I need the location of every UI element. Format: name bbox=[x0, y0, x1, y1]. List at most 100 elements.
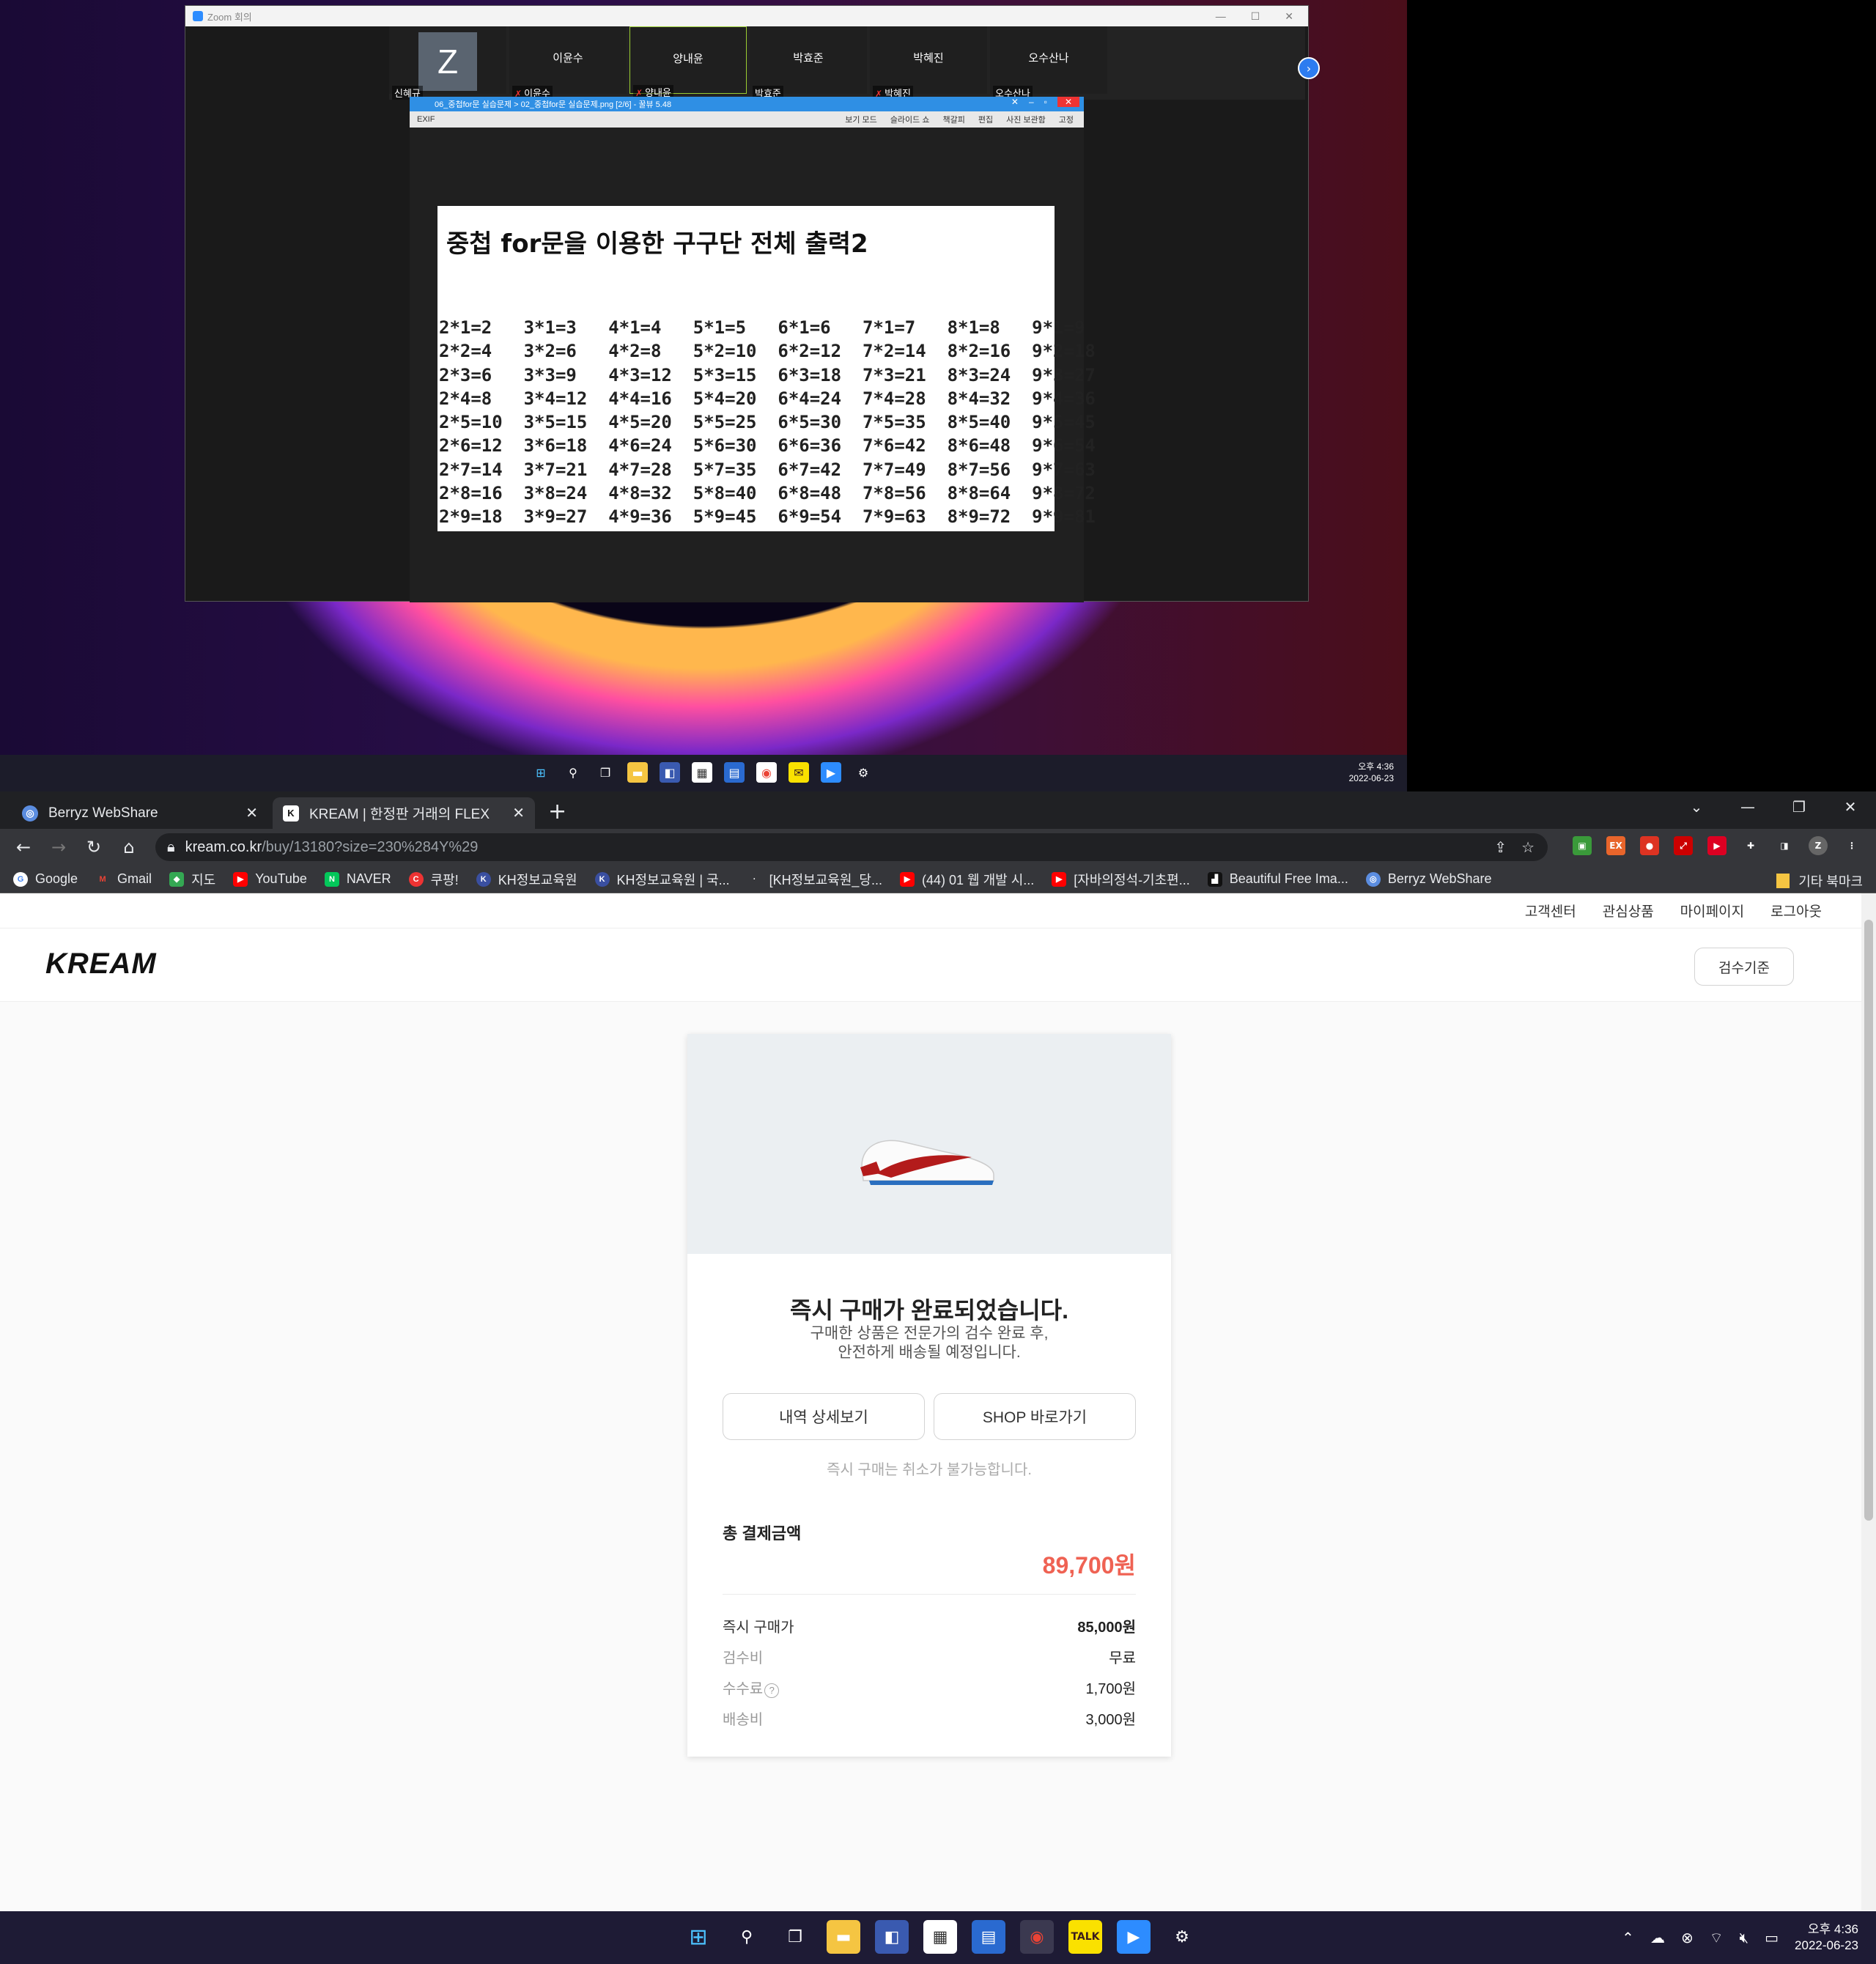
minimize-button[interactable]: — bbox=[1216, 10, 1226, 23]
start-icon[interactable]: ⊞ bbox=[682, 1920, 715, 1954]
edit-menu[interactable]: 편집 bbox=[978, 114, 993, 125]
kakaotalk-icon[interactable]: TALK bbox=[1068, 1920, 1102, 1954]
bookmark[interactable]: N NAVER bbox=[324, 871, 391, 887]
view-mode-menu[interactable]: 보기 모드 bbox=[845, 114, 877, 125]
participant-tile[interactable]: 박효준 박효준 bbox=[750, 26, 867, 100]
close-tab-icon[interactable]: ✕ bbox=[512, 804, 525, 822]
scrollbar[interactable] bbox=[1861, 893, 1876, 1911]
file-explorer-icon[interactable]: ▬ bbox=[627, 762, 648, 783]
close-button[interactable]: ✕ bbox=[1057, 97, 1079, 107]
zoom-icon[interactable]: ▶ bbox=[1117, 1920, 1151, 1954]
bookmark[interactable]: G Google bbox=[13, 871, 78, 887]
pdf-icon[interactable]: ⤢ bbox=[1674, 836, 1693, 855]
kakaotalk-icon[interactable]: ✉ bbox=[789, 762, 809, 783]
chrome-icon[interactable]: ◉ bbox=[1020, 1920, 1054, 1954]
tab-search-icon[interactable]: ⌄ bbox=[1671, 791, 1722, 822]
close-button[interactable]: ✕ bbox=[1285, 10, 1293, 23]
task-view-icon[interactable]: ❐ bbox=[595, 762, 616, 783]
pin-menu[interactable]: 고정 bbox=[1059, 114, 1074, 125]
minimize-button[interactable]: — bbox=[1722, 791, 1773, 822]
reload-icon[interactable]: ↻ bbox=[76, 837, 111, 857]
zoom-icon[interactable]: ▶ bbox=[821, 762, 841, 783]
back-icon[interactable]: ← bbox=[6, 837, 41, 857]
extension-icon[interactable]: EX bbox=[1606, 836, 1625, 855]
go-shop-button[interactable]: SHOP 바로가기 bbox=[934, 1393, 1136, 1440]
cloud-icon[interactable]: ☁ bbox=[1650, 1929, 1665, 1946]
menu-icon[interactable]: ⋮ bbox=[1842, 836, 1861, 855]
star-icon[interactable]: ☆ bbox=[1521, 838, 1535, 857]
search-icon[interactable]: ⚲ bbox=[563, 762, 583, 783]
other-bookmarks[interactable]: 기타 북마크 bbox=[1776, 871, 1863, 890]
extension-icon[interactable]: ● bbox=[1640, 836, 1659, 855]
wifi-icon[interactable]: ⌔ bbox=[1710, 1929, 1724, 1947]
store-icon[interactable]: ▦ bbox=[923, 1920, 957, 1954]
kream-logo[interactable]: KREAM bbox=[45, 948, 157, 981]
participant-tile[interactable]: 박혜진 ✗ 박혜진 bbox=[870, 26, 987, 100]
file-explorer-icon[interactable]: ▬ bbox=[827, 1920, 860, 1954]
nav-logout[interactable]: 로그아웃 bbox=[1770, 901, 1822, 920]
lock-icon[interactable]: 🔒︎ bbox=[167, 839, 175, 856]
start-icon[interactable]: ⊞ bbox=[531, 762, 551, 783]
bookmark[interactable]: ▶ (44) 01 웹 개발 시... bbox=[899, 870, 1034, 889]
participant-tile[interactable]: 이윤수 ✗ 이윤수 bbox=[509, 26, 627, 100]
bookmark[interactable]: ▶ [자바의정석-기초편... bbox=[1052, 870, 1190, 889]
bookmark[interactable]: K KH정보교육원 bbox=[476, 870, 577, 889]
inspection-standard-button[interactable]: 검수기준 bbox=[1694, 948, 1794, 986]
settings-icon[interactable]: ⚙ bbox=[1165, 1920, 1199, 1954]
nav-wishlist[interactable]: 관심상품 bbox=[1603, 901, 1654, 920]
view-details-button[interactable]: 내역 상세보기 bbox=[723, 1393, 925, 1440]
participant-tile[interactable]: Z 신혜규 bbox=[389, 26, 506, 100]
close-button[interactable]: ✕ bbox=[1825, 791, 1876, 822]
store-icon[interactable]: ▦ bbox=[692, 762, 712, 783]
chrome-icon[interactable]: ◉ bbox=[756, 762, 777, 783]
home-icon[interactable]: ⌂ bbox=[111, 837, 147, 857]
close-circle-icon[interactable]: ⊗ bbox=[1681, 1929, 1694, 1946]
nav-mypage[interactable]: 마이페이지 bbox=[1680, 901, 1744, 920]
app-icon[interactable]: ◧ bbox=[875, 1920, 909, 1954]
bookmark[interactable]: ◎ Berryz WebShare bbox=[1365, 871, 1492, 887]
next-participants-button[interactable]: › bbox=[1298, 57, 1320, 79]
bookmark[interactable]: · [KH정보교육원_당... bbox=[747, 870, 882, 889]
bookmark[interactable]: ▟ Beautiful Free Ima... bbox=[1207, 871, 1348, 887]
task-view-icon[interactable]: ❐ bbox=[778, 1920, 812, 1954]
calendar-icon[interactable]: ▤ bbox=[972, 1920, 1005, 1954]
chevron-up-icon[interactable]: ⌃ bbox=[1622, 1929, 1634, 1946]
new-tab-button[interactable]: + bbox=[548, 799, 566, 824]
extension-icon[interactable]: ▣ bbox=[1573, 836, 1592, 855]
bookmark-menu[interactable]: 책갈피 bbox=[942, 114, 964, 125]
clock[interactable]: 오후 4:36 2022-06-23 bbox=[1349, 761, 1394, 784]
settings-icon[interactable]: ⚙ bbox=[853, 762, 874, 783]
forward-icon[interactable]: → bbox=[41, 837, 76, 857]
participant-tile-active[interactable]: 양내윤 ✗ 양내윤 bbox=[629, 26, 747, 99]
url-bar[interactable]: 🔒︎ kream.co.kr /buy/13180?size=230%284Y%… bbox=[155, 833, 1548, 861]
pin-icon[interactable]: ✕ bbox=[1011, 97, 1019, 107]
maximize-button[interactable]: ☐ bbox=[1251, 10, 1260, 23]
participant-tile[interactable]: 오수산나 오수산나 bbox=[990, 26, 1107, 100]
extension-icon[interactable]: ▶ bbox=[1707, 836, 1727, 855]
sidepanel-icon[interactable]: ◨ bbox=[1775, 836, 1794, 855]
speaker-muted-icon[interactable]: 🔇︎ bbox=[1740, 1929, 1749, 1946]
calendar-icon[interactable]: ▤ bbox=[724, 762, 745, 783]
app-icon[interactable]: ◧ bbox=[660, 762, 680, 783]
maximize-button[interactable]: ▫ bbox=[1044, 97, 1047, 107]
bookmark[interactable]: ▶ YouTube bbox=[233, 871, 307, 887]
profile-avatar[interactable]: Z bbox=[1809, 836, 1828, 855]
bookmark[interactable]: K KH정보교육원 | 국... bbox=[594, 870, 730, 889]
close-tab-icon[interactable]: ✕ bbox=[245, 804, 258, 822]
minimize-button[interactable]: – bbox=[1029, 97, 1034, 107]
bookmark[interactable]: C 쿠팡! bbox=[408, 870, 459, 889]
help-icon[interactable]: ? bbox=[764, 1683, 780, 1698]
tab-kream[interactable]: K KREAM | 한정판 거래의 FLEX ✕ bbox=[273, 797, 535, 829]
battery-icon[interactable]: ▭ bbox=[1765, 1929, 1779, 1946]
tab-berryz[interactable]: ◎ Berryz WebShare ✕ bbox=[12, 797, 268, 829]
restore-button[interactable]: ❐ bbox=[1773, 791, 1825, 822]
bookmark[interactable]: M Gmail bbox=[95, 871, 152, 887]
puzzle-icon[interactable]: ✚ bbox=[1741, 836, 1760, 855]
photo-storage-menu[interactable]: 사진 보관함 bbox=[1006, 114, 1046, 125]
clock[interactable]: 오후 4:36 2022-06-23 bbox=[1795, 1921, 1858, 1954]
slideshow-menu[interactable]: 슬라이드 쇼 bbox=[890, 114, 930, 125]
search-icon[interactable]: ⚲ bbox=[730, 1920, 764, 1954]
share-icon[interactable]: ⇪ bbox=[1494, 838, 1507, 857]
nav-customer-center[interactable]: 고객센터 bbox=[1525, 901, 1576, 920]
exif-button[interactable]: EXIF bbox=[417, 115, 435, 124]
